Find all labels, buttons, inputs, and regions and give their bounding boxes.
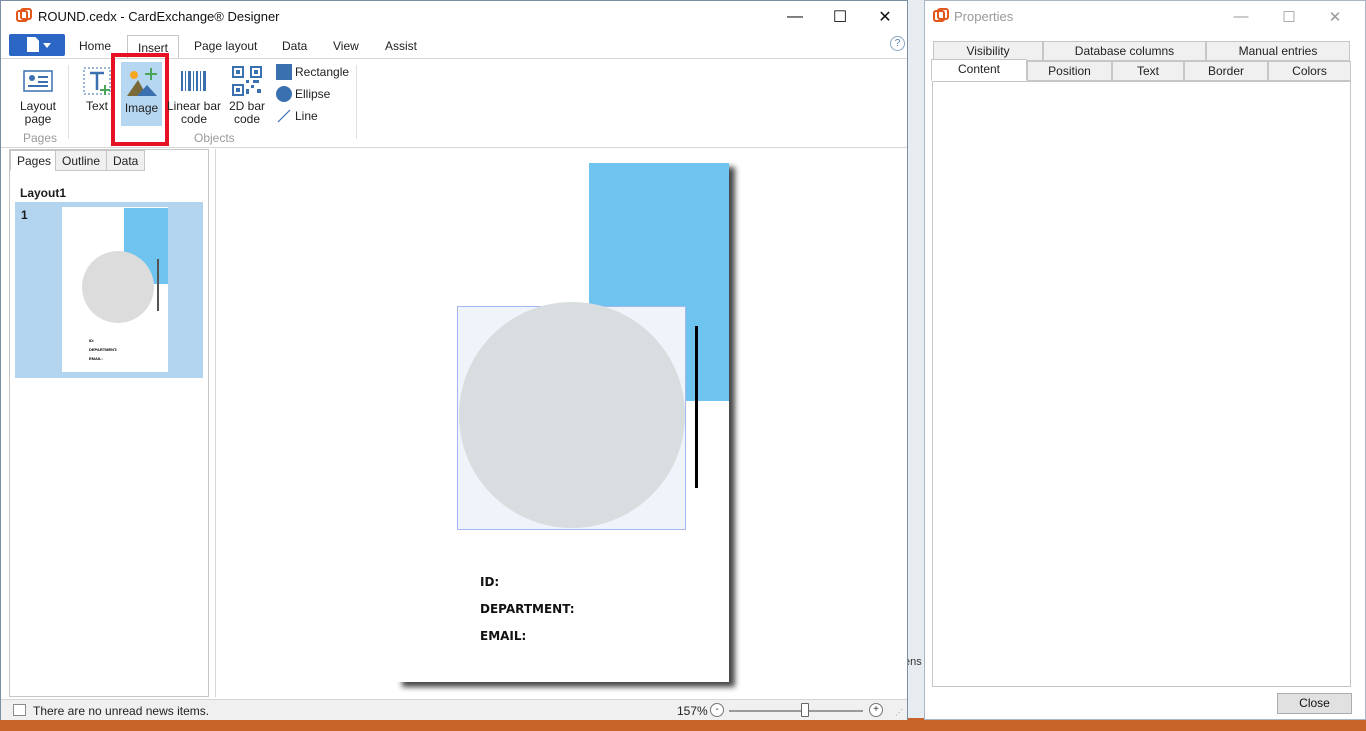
card-ellipse[interactable]: [459, 302, 685, 528]
tab-visibility[interactable]: Visibility: [933, 41, 1043, 61]
tab-content[interactable]: Content: [931, 59, 1027, 81]
tab-data-panel[interactable]: Data: [106, 150, 146, 171]
properties-title: Properties: [954, 9, 1014, 24]
design-canvas[interactable]: ID: DEPARTMENT: EMAIL:: [215, 149, 907, 697]
highlight-annotation-box: [111, 53, 169, 146]
minimize-icon: —: [1233, 8, 1249, 25]
rectangle-icon: [276, 64, 292, 80]
minimize-icon: —: [787, 7, 803, 25]
insert-text-button[interactable]: Text: [79, 65, 115, 113]
rectangle-label: Rectangle: [295, 65, 350, 79]
maximize-button[interactable]: ☐: [817, 1, 863, 32]
cardexchange-app-icon: [16, 8, 32, 22]
objects-group-label: Objects: [194, 131, 235, 145]
ellipse-label: Ellipse: [295, 87, 331, 101]
pages-panel: Pages Outline Data Layout1 1 ID: DEPARTM…: [9, 149, 209, 697]
tab-border[interactable]: Border: [1184, 61, 1268, 81]
group-separator: [356, 65, 357, 139]
dropdown-caret-icon: [43, 43, 51, 48]
close-icon: ✕: [1328, 8, 1342, 26]
layout-page-icon: [23, 70, 53, 92]
card-field-id[interactable]: ID:: [480, 575, 499, 589]
properties-close-button[interactable]: ✕: [1312, 1, 1358, 32]
card-field-department[interactable]: DEPARTMENT:: [480, 602, 575, 616]
zoom-slider-track[interactable]: [729, 710, 863, 712]
card-line[interactable]: [695, 326, 698, 488]
text-button-label: Text: [85, 99, 108, 113]
properties-window: Properties — ☐ ✕ Visibility Database col…: [924, 0, 1366, 720]
layout-name: Layout1: [20, 186, 67, 200]
page-thumbnail[interactable]: 1 ID: DEPARTMENT: EMAIL:: [15, 202, 203, 378]
thumbnail-circle: [82, 251, 154, 323]
card-page[interactable]: ID: DEPARTMENT: EMAIL:: [396, 161, 729, 682]
pages-group-label: Pages: [23, 131, 58, 145]
help-icon[interactable]: ?: [890, 36, 905, 51]
text-tool-icon: [83, 67, 111, 95]
zoom-out-button[interactable]: -: [710, 703, 724, 717]
tab-database-columns[interactable]: Database columns: [1043, 41, 1206, 61]
card-field-email[interactable]: EMAIL:: [480, 629, 526, 643]
tab-manual-entries[interactable]: Manual entries: [1206, 41, 1350, 61]
zoom-level: 157%: [677, 704, 708, 718]
tab-text[interactable]: Text: [1112, 61, 1184, 81]
layout-page-button[interactable]: Layout page: [15, 67, 61, 126]
tab-pages[interactable]: Pages: [10, 150, 59, 171]
tab-page-layout[interactable]: Page layout: [194, 39, 257, 53]
insert-ellipse-button[interactable]: Ellipse: [276, 84, 330, 104]
minimize-button[interactable]: —: [772, 1, 818, 32]
insert-line-button[interactable]: Line: [276, 106, 318, 126]
close-properties-button[interactable]: Close: [1277, 693, 1352, 714]
qr-code-icon: [232, 66, 262, 96]
tab-position[interactable]: Position: [1027, 61, 1112, 81]
layout-page-label-2: page: [24, 112, 52, 126]
tab-assist[interactable]: Assist: [385, 39, 417, 53]
news-icon[interactable]: [13, 704, 26, 716]
thumbnail-line: [157, 259, 159, 311]
properties-maximize-button[interactable]: ☐: [1266, 1, 1312, 32]
status-bar: There are no unread news items. 157% - +…: [1, 699, 907, 720]
insert-2d-barcode-button[interactable]: 2D bar code: [225, 65, 269, 126]
thumbnail-page: ID: DEPARTMENT: EMAIL:: [62, 207, 168, 372]
insert-rectangle-button[interactable]: Rectangle: [276, 62, 349, 82]
group-separator: [68, 65, 69, 139]
tab-home[interactable]: Home: [79, 39, 111, 53]
2d-barcode-label-2: code: [233, 112, 261, 126]
zoom-slider-thumb[interactable]: [801, 703, 809, 717]
close-button[interactable]: ✕: [862, 1, 908, 32]
document-icon: [27, 37, 39, 52]
line-icon: [277, 109, 291, 123]
news-status-text: There are no unread news items.: [33, 704, 210, 718]
tab-colors[interactable]: Colors: [1268, 61, 1351, 81]
ribbon-insert-panel: Layout page Pages Text Image Linear bar …: [1, 53, 907, 148]
tab-view[interactable]: View: [333, 39, 359, 53]
page-number: 1: [21, 208, 28, 222]
window-title: ROUND.cedx - CardExchange® Designer: [38, 9, 280, 24]
zoom-in-button[interactable]: +: [869, 703, 883, 717]
thumbnail-field-email: EMAIL:: [89, 356, 103, 361]
close-icon: ✕: [878, 8, 892, 26]
ellipse-icon: [276, 86, 292, 102]
resize-grip-icon[interactable]: ⋰: [895, 708, 903, 717]
properties-content-area: [932, 81, 1351, 687]
title-bar: ROUND.cedx - CardExchange® Designer — ☐ …: [1, 1, 907, 32]
thumbnail-field-department: DEPARTMENT:: [89, 347, 118, 352]
insert-linear-barcode-button[interactable]: Linear bar code: [166, 67, 222, 126]
line-label: Line: [295, 109, 318, 123]
thumbnail-field-id: ID:: [89, 338, 95, 343]
maximize-icon: ☐: [1282, 8, 1296, 26]
maximize-icon: ☐: [832, 8, 848, 26]
designer-window: ROUND.cedx - CardExchange® Designer — ☐ …: [0, 0, 908, 720]
tab-outline[interactable]: Outline: [55, 150, 108, 171]
linear-barcode-label-2: code: [180, 112, 208, 126]
cardexchange-app-icon: [933, 8, 949, 22]
file-menu-button[interactable]: [9, 34, 65, 56]
tab-data[interactable]: Data: [282, 39, 307, 53]
background-window: [908, 0, 924, 731]
properties-minimize-button[interactable]: —: [1218, 1, 1264, 32]
barcode-icon: [181, 71, 206, 91]
